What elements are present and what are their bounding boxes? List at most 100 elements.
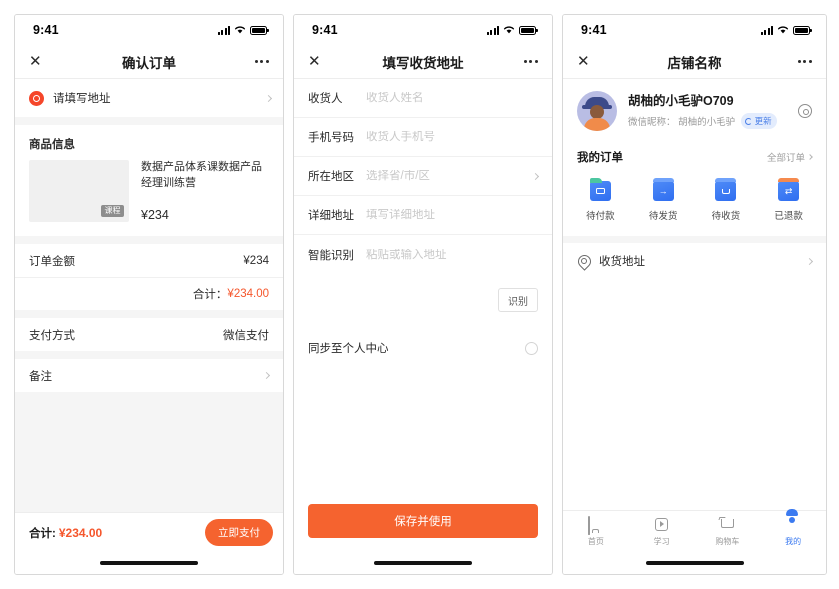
page-title: 店铺名称 xyxy=(667,55,722,71)
payment-method-label: 支付方式 xyxy=(29,329,75,342)
sync-checkbox[interactable] xyxy=(525,341,538,355)
tab-cart[interactable]: 购物车 xyxy=(695,517,761,547)
field-row-detail-address[interactable]: 详细地址 xyxy=(294,196,552,235)
tab-label: 我的 xyxy=(785,536,802,546)
address-label: 请填写地址 xyxy=(53,93,111,105)
order-amount-row: 订单金额 ¥234 xyxy=(15,244,283,277)
order-status-pending-payment[interactable]: 待付款 xyxy=(569,178,632,222)
phone-screen-address-form: 9:41 ✕ 填写收货地址 收货人 手机号码 所在地区 xyxy=(293,14,553,575)
status-icons xyxy=(761,25,812,35)
more-icon[interactable] xyxy=(797,60,812,63)
recognize-button[interactable]: 识别 xyxy=(498,288,538,312)
pay-now-button[interactable]: 立即支付 xyxy=(205,519,273,546)
close-icon[interactable]: ✕ xyxy=(308,54,324,69)
detail-address-input[interactable] xyxy=(366,209,538,221)
more-icon[interactable] xyxy=(523,60,538,63)
update-button[interactable]: 更新 xyxy=(741,113,777,130)
region-select-input[interactable] xyxy=(366,170,533,182)
save-and-use-button[interactable]: 保存并使用 xyxy=(308,504,538,538)
avatar[interactable] xyxy=(577,91,617,131)
gear-icon[interactable] xyxy=(798,104,812,118)
more-icon[interactable] xyxy=(254,60,269,63)
close-icon[interactable]: ✕ xyxy=(577,54,593,69)
signal-bars-icon xyxy=(487,25,499,35)
remark-label: 备注 xyxy=(29,370,52,383)
section-gap xyxy=(15,310,283,318)
status-time: 9:41 xyxy=(581,23,607,37)
field-row-phone[interactable]: 手机号码 xyxy=(294,118,552,157)
order-status-refunded[interactable]: ⇄ 已退款 xyxy=(757,178,820,222)
all-orders-link[interactable]: 全部订单 xyxy=(766,150,813,164)
status-bar: 9:41 xyxy=(563,15,826,45)
address-entry-row[interactable]: 请填写地址 xyxy=(15,79,283,117)
order-status-pending-shipment[interactable]: → 待发货 xyxy=(632,178,695,222)
status-bar: 9:41 xyxy=(294,15,552,45)
order-status-pending-receipt[interactable]: 待收货 xyxy=(695,178,758,222)
field-row-region[interactable]: 所在地区 xyxy=(294,157,552,196)
chevron-right-icon xyxy=(807,154,813,160)
signal-bars-icon xyxy=(218,25,230,35)
sync-row[interactable]: 同步至个人中心 xyxy=(294,326,552,370)
tab-label: 学习 xyxy=(653,536,670,546)
status-icons xyxy=(218,25,269,35)
save-button-wrap: 保存并使用 xyxy=(294,504,552,552)
payment-method-row[interactable]: 支付方式 微信支付 xyxy=(15,318,283,351)
shipping-address-label: 收货地址 xyxy=(599,256,645,268)
profile-info: 胡柚的小毛驴O709 微信昵称： 胡柚的小毛驴 更新 xyxy=(628,93,781,130)
field-row-recipient[interactable]: 收货人 xyxy=(294,79,552,118)
field-label: 智能识别 xyxy=(308,249,354,262)
shipping-address-entry[interactable]: 收货地址 xyxy=(563,243,826,279)
location-icon xyxy=(577,255,590,268)
field-label: 收货人 xyxy=(308,93,343,105)
recognize-button-wrap: 识别 xyxy=(294,274,552,312)
cart-icon xyxy=(719,517,735,532)
payment-card: 支付方式 微信支付 xyxy=(15,318,283,351)
field-label: 所在地区 xyxy=(308,171,354,183)
order-status-label: 待发货 xyxy=(648,211,678,222)
status-bar: 9:41 xyxy=(15,15,283,45)
pending-shipment-icon: → xyxy=(652,178,674,201)
all-orders-label: 全部订单 xyxy=(766,153,805,164)
smart-recognize-input[interactable] xyxy=(366,248,538,261)
remark-card: 备注 xyxy=(15,359,283,392)
signal-bars-icon xyxy=(761,25,773,35)
battery-icon xyxy=(519,25,538,35)
recipient-name-input[interactable] xyxy=(366,92,538,104)
order-total-row: 合计： ¥234.00 xyxy=(15,277,283,310)
product-details: 数据产品体系课数据产品经理训练营 ¥234 xyxy=(141,160,269,222)
order-total-label: 合计： xyxy=(192,289,228,301)
home-icon xyxy=(587,515,604,535)
home-indicator xyxy=(294,552,552,574)
play-icon xyxy=(654,517,670,532)
section-divider xyxy=(563,236,826,243)
orders-grid: 待付款 → 待发货 待收货 ⇄ 已退款 xyxy=(563,169,826,236)
status-time: 9:41 xyxy=(33,23,59,37)
profile-header: 胡柚的小毛驴O709 微信昵称： 胡柚的小毛驴 更新 xyxy=(563,79,826,145)
tab-study[interactable]: 学习 xyxy=(629,517,695,547)
order-status-label: 待付款 xyxy=(586,211,615,222)
nav-bar: ✕ 填写收货地址 xyxy=(294,45,552,79)
product-section-title: 商品信息 xyxy=(29,139,75,151)
tab-profile[interactable]: 我的 xyxy=(760,517,826,547)
remark-row[interactable]: 备注 xyxy=(15,359,283,392)
close-icon[interactable]: ✕ xyxy=(29,54,45,69)
chevron-right-icon xyxy=(531,172,540,180)
chevron-right-icon xyxy=(262,371,271,380)
wifi-icon xyxy=(777,26,789,34)
field-label: 手机号码 xyxy=(308,132,354,144)
section-gap xyxy=(15,351,283,359)
phone-screen-confirm-order: 9:41 ✕ 确认订单 请填写地址 商品信息 课程 数据产品体系课数据产品经理训… xyxy=(14,14,284,575)
tab-home[interactable]: 首页 xyxy=(563,515,629,547)
refunded-icon: ⇄ xyxy=(778,178,800,201)
product-thumbnail: 课程 xyxy=(29,160,129,222)
home-indicator xyxy=(15,552,283,574)
chevron-right-icon xyxy=(805,257,814,265)
phone-number-input[interactable] xyxy=(366,131,538,143)
field-row-smart-recognize[interactable]: 智能识别 xyxy=(294,235,552,274)
product-item[interactable]: 课程 数据产品体系课数据产品经理训练营 ¥234 xyxy=(15,160,283,236)
product-price: ¥234 xyxy=(141,208,169,222)
order-amount-label: 订单金额 xyxy=(29,255,75,268)
screen3-content: 胡柚的小毛驴O709 微信昵称： 胡柚的小毛驴 更新 我的订单 全部订单 待付款… xyxy=(563,79,826,552)
